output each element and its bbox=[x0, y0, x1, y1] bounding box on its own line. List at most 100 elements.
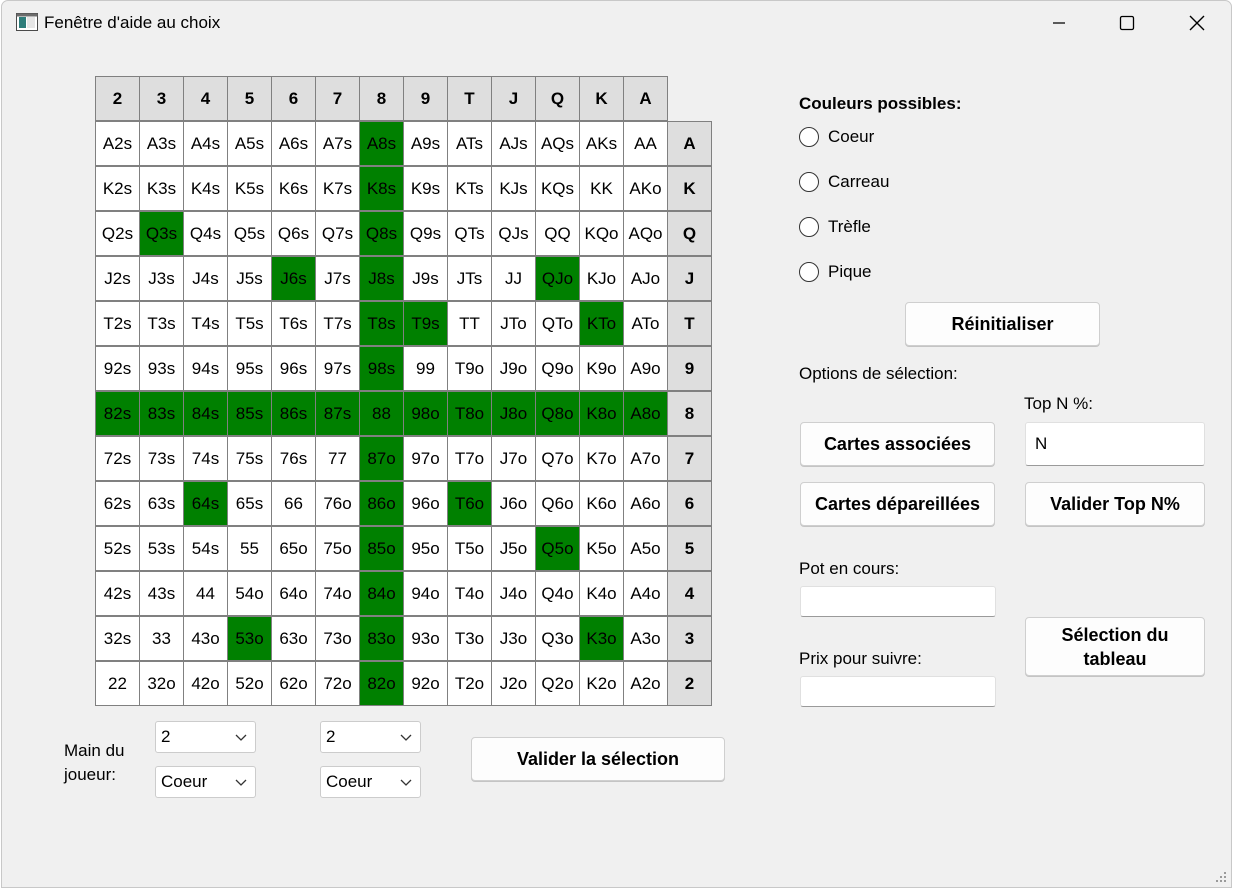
hand-cell[interactable]: QTs bbox=[447, 211, 492, 256]
hand-cell[interactable]: 96s bbox=[271, 346, 316, 391]
hand-cell[interactable]: J5s bbox=[227, 256, 272, 301]
hand-cell[interactable]: T8o bbox=[447, 391, 492, 436]
hand-cell[interactable]: AA bbox=[623, 121, 668, 166]
hand-cell[interactable]: 87o bbox=[359, 436, 404, 481]
hand-cell[interactable]: 94o bbox=[403, 571, 448, 616]
hand-cell[interactable]: J3s bbox=[139, 256, 184, 301]
hand-cell[interactable]: 94s bbox=[183, 346, 228, 391]
hand-cell[interactable]: A9s bbox=[403, 121, 448, 166]
hand-cell[interactable]: 99 bbox=[403, 346, 448, 391]
hand-cell[interactable]: TT bbox=[447, 301, 492, 346]
hand-cell[interactable]: J4s bbox=[183, 256, 228, 301]
hand-cell[interactable]: 33 bbox=[139, 616, 184, 661]
hand-cell[interactable]: AJo bbox=[623, 256, 668, 301]
hand-cell[interactable]: T6o bbox=[447, 481, 492, 526]
hand-cell[interactable]: T9o bbox=[447, 346, 492, 391]
hand-cell[interactable]: 75s bbox=[227, 436, 272, 481]
reset-button[interactable]: Réinitialiser bbox=[905, 302, 1100, 346]
hand-cell[interactable]: QJs bbox=[491, 211, 536, 256]
hand-cell[interactable]: KQs bbox=[535, 166, 580, 211]
card1-suit-select[interactable]: Coeur bbox=[155, 766, 256, 798]
hand-cell[interactable]: 43s bbox=[139, 571, 184, 616]
hand-cell[interactable]: Q8o bbox=[535, 391, 580, 436]
hand-cell[interactable]: K6o bbox=[579, 481, 624, 526]
hand-cell[interactable]: Q8s bbox=[359, 211, 404, 256]
hand-cell[interactable]: 64s bbox=[183, 481, 228, 526]
hand-cell[interactable]: J8s bbox=[359, 256, 404, 301]
hand-cell[interactable]: T4s bbox=[183, 301, 228, 346]
hand-cell[interactable]: 87s bbox=[315, 391, 360, 436]
hand-cell[interactable]: 82s bbox=[95, 391, 140, 436]
hand-cell[interactable]: A7s bbox=[315, 121, 360, 166]
hand-cell[interactable]: 77 bbox=[315, 436, 360, 481]
card2-suit-select[interactable]: Coeur bbox=[320, 766, 421, 798]
hand-cell[interactable]: J7o bbox=[491, 436, 536, 481]
hand-cell[interactable]: A6s bbox=[271, 121, 316, 166]
hand-cell[interactable]: Q6s bbox=[271, 211, 316, 256]
pot-input[interactable] bbox=[800, 586, 996, 617]
hand-cell[interactable]: Q6o bbox=[535, 481, 580, 526]
hand-cell[interactable]: KTs bbox=[447, 166, 492, 211]
hand-cell[interactable]: 84o bbox=[359, 571, 404, 616]
hand-cell[interactable]: Q5s bbox=[227, 211, 272, 256]
hand-cell[interactable]: 64o bbox=[271, 571, 316, 616]
hand-cell[interactable]: 54s bbox=[183, 526, 228, 571]
hand-cell[interactable]: T7o bbox=[447, 436, 492, 481]
hand-cell[interactable]: JTo bbox=[491, 301, 536, 346]
hand-cell[interactable]: K8s bbox=[359, 166, 404, 211]
hand-cell[interactable]: K4s bbox=[183, 166, 228, 211]
hand-cell[interactable]: A5s bbox=[227, 121, 272, 166]
radio-trefle[interactable] bbox=[799, 217, 819, 237]
hand-cell[interactable]: Q4o bbox=[535, 571, 580, 616]
hand-cell[interactable]: 72o bbox=[315, 661, 360, 706]
hand-cell[interactable]: K5o bbox=[579, 526, 624, 571]
hand-cell[interactable]: Q3s bbox=[139, 211, 184, 256]
hand-cell[interactable]: 32o bbox=[139, 661, 184, 706]
hand-cell[interactable]: T9s bbox=[403, 301, 448, 346]
associated-cards-button[interactable]: Cartes associées bbox=[800, 422, 995, 466]
hand-cell[interactable]: 62o bbox=[271, 661, 316, 706]
hand-cell[interactable]: K2o bbox=[579, 661, 624, 706]
radio-carreau[interactable] bbox=[799, 172, 819, 192]
hand-cell[interactable]: J2s bbox=[95, 256, 140, 301]
hand-cell[interactable]: A7o bbox=[623, 436, 668, 481]
hand-cell[interactable]: A3o bbox=[623, 616, 668, 661]
hand-cell[interactable]: Q5o bbox=[535, 526, 580, 571]
hand-cell[interactable]: J4o bbox=[491, 571, 536, 616]
hand-cell[interactable]: K3o bbox=[579, 616, 624, 661]
hand-cell[interactable]: 32s bbox=[95, 616, 140, 661]
hand-cell[interactable]: 73o bbox=[315, 616, 360, 661]
hand-cell[interactable]: T3s bbox=[139, 301, 184, 346]
hand-cell[interactable]: T5o bbox=[447, 526, 492, 571]
hand-cell[interactable]: 97s bbox=[315, 346, 360, 391]
table-selection-button[interactable]: Sélection du tableau bbox=[1025, 617, 1205, 676]
hand-cell[interactable]: 76o bbox=[315, 481, 360, 526]
hand-cell[interactable]: 96o bbox=[403, 481, 448, 526]
hand-cell[interactable]: J3o bbox=[491, 616, 536, 661]
hand-cell[interactable]: 95o bbox=[403, 526, 448, 571]
hand-cell[interactable]: 65s bbox=[227, 481, 272, 526]
hand-cell[interactable]: KK bbox=[579, 166, 624, 211]
hand-cell[interactable]: 55 bbox=[227, 526, 272, 571]
hand-cell[interactable]: A4o bbox=[623, 571, 668, 616]
hand-cell[interactable]: 52o bbox=[227, 661, 272, 706]
hand-cell[interactable]: 63s bbox=[139, 481, 184, 526]
hand-cell[interactable]: K4o bbox=[579, 571, 624, 616]
hand-cell[interactable]: 92o bbox=[403, 661, 448, 706]
hand-cell[interactable]: K5s bbox=[227, 166, 272, 211]
hand-cell[interactable]: 22 bbox=[95, 661, 140, 706]
hand-cell[interactable]: 93s bbox=[139, 346, 184, 391]
hand-cell[interactable]: ATs bbox=[447, 121, 492, 166]
hand-cell[interactable]: J6s bbox=[271, 256, 316, 301]
hand-cell[interactable]: Q3o bbox=[535, 616, 580, 661]
hand-cell[interactable]: K8o bbox=[579, 391, 624, 436]
hand-cell[interactable]: A3s bbox=[139, 121, 184, 166]
hand-cell[interactable]: K6s bbox=[271, 166, 316, 211]
hand-cell[interactable]: A6o bbox=[623, 481, 668, 526]
hand-cell[interactable]: Q9o bbox=[535, 346, 580, 391]
card1-rank-select[interactable]: 2 bbox=[155, 721, 256, 753]
hand-cell[interactable]: K9s bbox=[403, 166, 448, 211]
hand-cell[interactable]: 72s bbox=[95, 436, 140, 481]
hand-cell[interactable]: 86s bbox=[271, 391, 316, 436]
hand-cell[interactable]: 83s bbox=[139, 391, 184, 436]
